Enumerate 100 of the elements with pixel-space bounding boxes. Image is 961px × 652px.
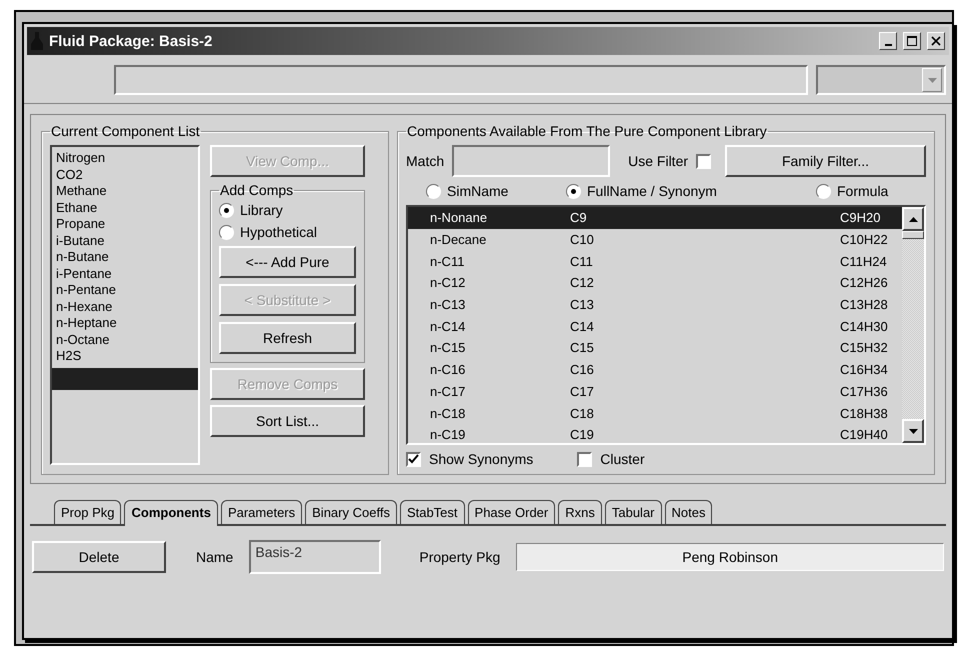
checkbox[interactable] <box>696 154 712 168</box>
action-button[interactable]: Sort List... <box>210 405 365 437</box>
table-cell-text: C14 <box>570 318 595 334</box>
radio-label: Library <box>240 202 283 218</box>
list-item[interactable]: n-Pentane <box>56 282 198 298</box>
radio-label: Hypothetical <box>240 224 318 240</box>
table-cell-text: C12H26 <box>840 275 889 290</box>
checkbox-label: Cluster <box>600 451 645 467</box>
match-label: Match <box>406 153 444 169</box>
list-item[interactable]: n-Butane <box>56 249 198 266</box>
action-button[interactable]: <--- Add Pure <box>219 246 356 278</box>
table-cell-text: C13 <box>570 297 595 312</box>
table-cell-text: C12 <box>570 275 595 290</box>
list-item[interactable]: n-Heptane <box>56 315 198 332</box>
table-cell-text: C19H40 <box>840 427 889 442</box>
table-cell-text: C18 <box>570 406 595 421</box>
minimize-icon <box>884 44 892 46</box>
close-button[interactable] <box>927 32 945 50</box>
name-label: Name <box>196 549 234 565</box>
list-item[interactable]: n-Hexane <box>56 298 198 315</box>
scrollbar[interactable] <box>902 207 924 443</box>
radio-button[interactable] <box>426 184 441 198</box>
table-cell-text: C15 <box>570 340 595 356</box>
delete-button[interactable]: Delete <box>32 541 166 573</box>
table-row[interactable]: n-C18 C18 C18H38 <box>408 402 902 424</box>
table-cell-text: n-Decane <box>430 232 488 248</box>
table-cell-text: C14H30 <box>840 318 889 334</box>
list-item[interactable]: Methane <box>56 183 198 200</box>
table-row[interactable]: n-C12 C12 C12H26 <box>408 272 902 294</box>
scroll-down-icon[interactable] <box>902 419 924 443</box>
table-cell-text: n-C13 <box>430 297 466 312</box>
family-filter-button[interactable]: Family Filter... <box>725 145 926 177</box>
table-cell-text: C17H36 <box>840 384 889 399</box>
table-row[interactable]: n-C19 C19 C19H40 <box>408 424 902 443</box>
list-item[interactable]: Ethane <box>56 200 198 216</box>
tab[interactable]: Phase Order <box>468 500 556 524</box>
table-cell-text: C9H20 <box>840 210 882 226</box>
table-cell-text: n-C15 <box>430 340 466 356</box>
tab[interactable]: Components <box>124 500 218 526</box>
component-list[interactable]: Nitrogen CO2 Methane Ethane Propane i-Butane n-Butane i-Pentane n-Pentane n-Hexane n-Heptane n-Octane H2S <box>50 145 200 465</box>
list-item[interactable]: i-Pentane <box>56 266 198 282</box>
list-item[interactable]: CO2 <box>56 166 198 183</box>
table-row[interactable]: n-C16 C16 C16H34 <box>408 358 902 380</box>
radio-button[interactable] <box>816 184 831 198</box>
table-cell-text: n-C16 <box>430 362 466 378</box>
checkbox-label: Show Synonyms <box>429 451 534 467</box>
maximize-button[interactable] <box>903 32 921 50</box>
tab[interactable]: Parameters <box>220 500 302 524</box>
table-row[interactable]: n-C17 C17 C17H36 <box>408 380 902 402</box>
scroll-up-icon[interactable] <box>902 207 924 231</box>
checkbox[interactable] <box>577 452 592 466</box>
list-item[interactable]: Nitrogen <box>56 150 198 166</box>
table-cell-text: n-C11 <box>430 254 466 269</box>
table-cell-text: n-C17 <box>430 384 466 399</box>
list-item[interactable]: H2S <box>56 348 198 364</box>
radio-button[interactable] <box>219 224 234 240</box>
group-title: Components Available From The Pure Component Library <box>406 123 768 139</box>
table-cell-text: C19 <box>570 427 595 442</box>
selected-empty-row[interactable] <box>52 368 198 390</box>
scroll-thumb[interactable] <box>902 231 924 239</box>
table-cell-text: n-C18 <box>430 406 466 421</box>
action-button[interactable]: Refresh <box>219 322 356 354</box>
table-row[interactable]: n-C14 C14 C14H30 <box>408 315 902 338</box>
table-row[interactable]: n-C11 C11 C11H24 <box>408 250 902 272</box>
tab[interactable]: Binary Coeffs <box>305 500 397 524</box>
table-cell-text: C18H38 <box>840 406 889 421</box>
name-field[interactable]: Basis-2 <box>249 540 382 574</box>
maximize-icon <box>907 36 917 46</box>
tab[interactable]: Notes <box>664 500 712 524</box>
table-cell-text: C13H28 <box>840 297 889 312</box>
close-icon <box>931 36 941 46</box>
tab[interactable]: Rxns <box>558 500 602 524</box>
radio-button[interactable] <box>219 202 234 218</box>
minimize-button[interactable] <box>879 32 897 50</box>
list-item[interactable]: Propane <box>56 216 198 232</box>
tab[interactable]: Tabular <box>604 500 662 524</box>
table-row[interactable]: n-C15 C15 C15H32 <box>408 337 902 359</box>
table-cell-text: n-C12 <box>430 275 466 290</box>
property-pkg-label: Property Pkg <box>419 549 500 565</box>
window-title: Fluid Package: Basis-2 <box>49 32 214 50</box>
tab[interactable]: StabTest <box>400 500 465 524</box>
table-cell-text: n-C14 <box>430 318 466 334</box>
table-row[interactable]: n-Decane C10 C10H22 <box>408 228 902 250</box>
table-cell-text: n-Nonane <box>430 210 488 226</box>
table-row[interactable]: n-C13 C13 C13H28 <box>408 294 902 316</box>
use-filter-label: Use Filter <box>628 153 688 169</box>
match-field[interactable] <box>452 145 610 177</box>
text-field[interactable] <box>114 65 808 95</box>
checkbox[interactable] <box>406 452 421 466</box>
table-cell-text: C17 <box>570 384 595 399</box>
list-item[interactable]: i-Butane <box>56 232 198 249</box>
radio-button[interactable] <box>566 184 581 198</box>
table-row[interactable]: n-Nonane C9 C9H20 <box>408 207 902 229</box>
list-item[interactable]: n-Octane <box>56 332 198 348</box>
group-title: Add Comps <box>219 182 294 198</box>
table-cell-text: C10 <box>570 232 595 248</box>
tab[interactable]: Prop Pkg <box>54 500 122 524</box>
property-pkg-field[interactable]: Peng Robinson <box>516 543 944 571</box>
radio-label: Formula <box>837 183 888 199</box>
table-cell-text: C11 <box>570 254 594 269</box>
